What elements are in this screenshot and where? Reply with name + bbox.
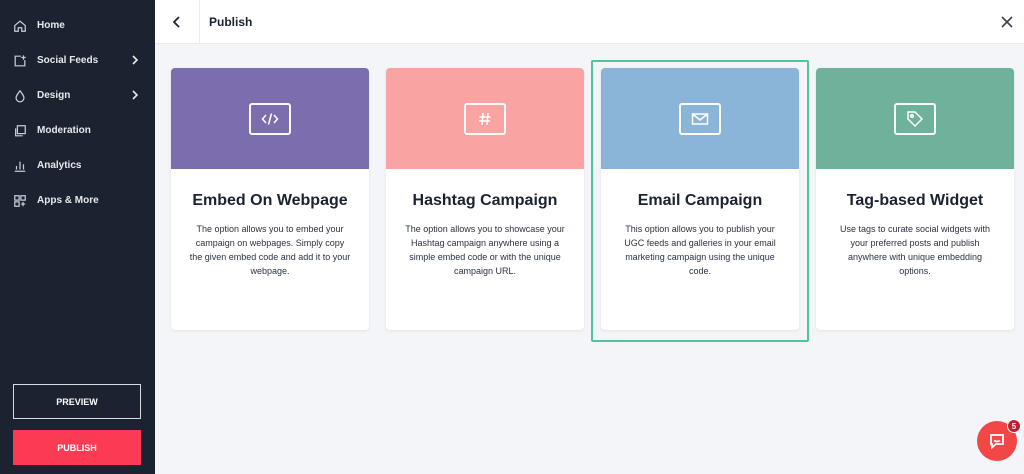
sidebar-item-design[interactable]: Design — [0, 78, 155, 113]
publish-option-embed-webpage[interactable]: Embed On Webpage The option allows you t… — [171, 68, 369, 330]
sidebar-item-label: Design — [37, 90, 71, 101]
envelope-icon — [679, 102, 721, 135]
home-icon — [13, 19, 27, 33]
card-title: Tag-based Widget — [846, 192, 984, 209]
publish-option-hashtag-campaign[interactable]: Hashtag Campaign The option allows you t… — [386, 68, 584, 330]
card-description: This option allows you to publish your U… — [624, 224, 776, 276]
hashtag-icon — [464, 102, 506, 135]
header-bar: Publish — [155, 0, 1024, 44]
sidebar-item-label: Social Feeds — [37, 55, 99, 66]
droplet-icon — [13, 89, 27, 103]
sidebar-item-moderation[interactable]: Moderation — [0, 113, 155, 148]
chevron-right-icon — [132, 55, 139, 65]
card-description: Use tags to curate social widgets with y… — [839, 224, 991, 276]
preview-button[interactable]: PREVIEW — [13, 384, 141, 419]
card-description: The option allows you to embed your camp… — [189, 224, 351, 276]
page-title: Publish — [209, 15, 253, 29]
tag-icon — [894, 102, 936, 135]
publish-option-email-campaign[interactable]: Email Campaign This option allows you to… — [601, 68, 799, 330]
card-title: Embed On Webpage — [192, 192, 348, 209]
publish-option-tag-widget[interactable]: Tag-based Widget Use tags to curate soci… — [816, 68, 1014, 330]
sidebar-item-label: Home — [37, 20, 65, 31]
publish-button[interactable]: PUBLISH — [13, 430, 141, 465]
card-title: Hashtag Campaign — [412, 192, 558, 209]
sidebar-item-label: Apps & More — [37, 195, 99, 206]
code-icon — [249, 102, 291, 135]
sidebar: Home Social Feeds Design Moderation Anal… — [0, 0, 155, 474]
back-button[interactable] — [155, 0, 200, 44]
card-banner — [386, 68, 584, 169]
moderation-icon — [13, 124, 27, 138]
card-description: The option allows you to showcase your H… — [405, 224, 565, 276]
chevron-left-icon — [172, 16, 180, 28]
card-banner — [816, 68, 1014, 169]
add-feed-icon — [13, 54, 27, 68]
sidebar-item-label: Analytics — [37, 160, 82, 171]
close-icon — [1001, 16, 1013, 28]
card-banner — [601, 68, 799, 169]
card-banner — [171, 68, 369, 169]
bar-chart-icon — [13, 159, 27, 173]
sidebar-item-apps-more[interactable]: Apps & More — [0, 183, 155, 218]
chat-icon — [990, 434, 1004, 450]
sidebar-item-social-feeds[interactable]: Social Feeds — [0, 43, 155, 78]
sidebar-item-analytics[interactable]: Analytics — [0, 148, 155, 183]
card-title: Email Campaign — [637, 192, 763, 209]
apps-icon — [13, 194, 27, 208]
chat-notification-badge: 5 — [1007, 419, 1021, 433]
sidebar-item-label: Moderation — [37, 125, 91, 136]
close-button[interactable] — [998, 13, 1016, 31]
sidebar-item-home[interactable]: Home — [0, 8, 155, 43]
chevron-right-icon — [132, 90, 139, 100]
